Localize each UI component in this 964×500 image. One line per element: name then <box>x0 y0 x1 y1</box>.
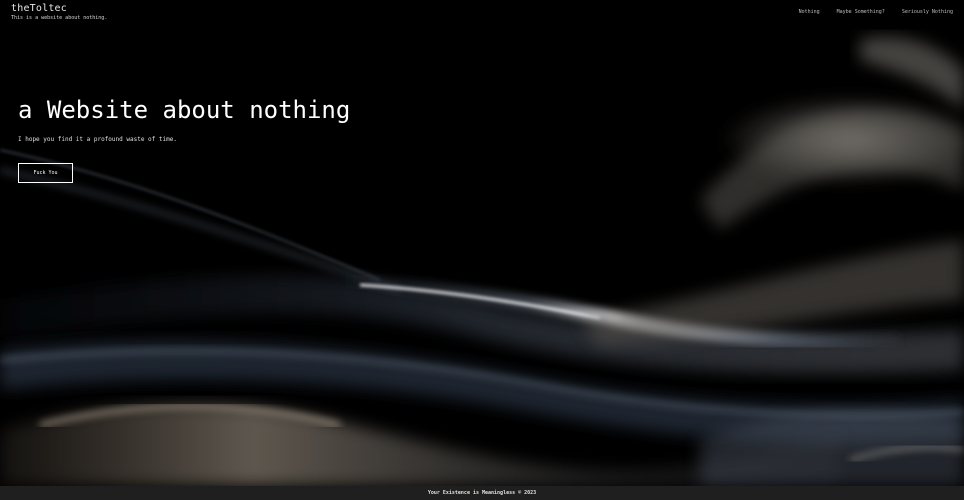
footer: Your Existence is Meaningless © 2023 <box>0 486 964 500</box>
brand: theToltec This is a website about nothin… <box>11 3 107 21</box>
hero-cta-button[interactable]: Fuck You <box>18 163 73 183</box>
nav-link-maybe-something[interactable]: Maybe Something? <box>837 9 885 15</box>
nav-link-nothing[interactable]: Nothing <box>799 9 820 15</box>
site-tagline: This is a website about nothing. <box>11 15 108 21</box>
site-title[interactable]: theToltec <box>11 3 107 14</box>
hero-section: a Website about nothing I hope you find … <box>18 96 350 183</box>
footer-copyright: Your Existence is Meaningless © 2023 <box>427 490 537 496</box>
nav-link-seriously-nothing[interactable]: Seriously Nothing <box>902 9 953 15</box>
hero-title: a Website about nothing <box>18 96 351 124</box>
smoke-background <box>0 0 964 500</box>
hero-subtitle: I hope you find it a profound waste of t… <box>18 136 177 143</box>
main-nav: Nothing Maybe Something? Seriously Nothi… <box>799 9 953 15</box>
